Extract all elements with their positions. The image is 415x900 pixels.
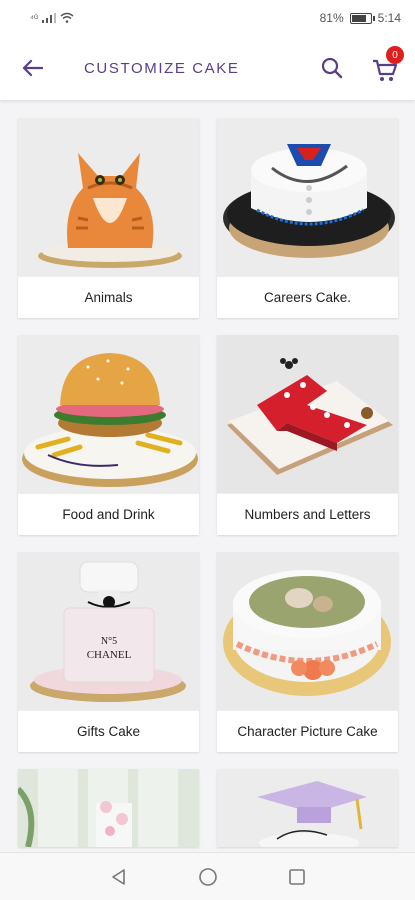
clock: 5:14	[377, 11, 401, 25]
search-icon	[321, 57, 343, 79]
category-card-numbers-and-letters[interactable]: Numbers and Letters	[217, 335, 398, 535]
battery-fill	[351, 14, 367, 22]
category-card-food-and-drink[interactable]: Food and Drink	[18, 335, 199, 535]
signal-bars-icon	[42, 12, 57, 23]
category-label: Character Picture Cake	[217, 710, 398, 752]
number-cake-image	[217, 335, 398, 493]
category-label: Gifts Cake	[18, 710, 199, 752]
category-label: Numbers and Letters	[217, 493, 398, 535]
cart-count-badge: 0	[386, 46, 404, 64]
category-label: Animals	[18, 276, 199, 318]
status-right: 81% 5:14	[320, 11, 401, 25]
category-card-animals[interactable]: Animals	[18, 118, 199, 318]
search-button[interactable]	[318, 54, 346, 82]
picture-cake-image	[217, 552, 398, 710]
home-circle-icon[interactable]	[198, 867, 218, 887]
category-card-gifts[interactable]: N°5 CHANEL Gifts Cake	[18, 552, 199, 752]
graduation-cake-image	[217, 769, 398, 847]
category-card-graduation[interactable]	[217, 769, 398, 847]
app-bar: CUSTOMIZE CAKE 0	[0, 36, 415, 100]
cat-cake-image	[18, 118, 199, 276]
status-bar: ⁴ᴳ 81% 5:14	[0, 0, 415, 36]
recents-square-icon[interactable]	[288, 868, 306, 886]
battery-icon	[349, 12, 375, 24]
arrow-left-icon	[22, 59, 43, 77]
status-left: ⁴ᴳ	[30, 12, 74, 23]
back-button[interactable]	[18, 54, 46, 82]
category-card-careers[interactable]: Careers Cake.	[217, 118, 398, 318]
battery-percent: 81%	[319, 11, 344, 25]
category-grid: Animals Careers Cake. Food and Drink Num…	[18, 118, 398, 847]
back-triangle-icon[interactable]	[110, 868, 128, 886]
perfume-cake-image: N°5 CHANEL	[18, 552, 199, 710]
burger-cake-image	[18, 335, 199, 493]
wifi-icon	[60, 12, 74, 23]
category-label: Careers Cake.	[217, 276, 398, 318]
doctor-cake-image	[217, 118, 398, 276]
category-label: Food and Drink	[18, 493, 199, 535]
signal-icon: ⁴ᴳ	[30, 12, 39, 23]
svg-text:CHANEL: CHANEL	[87, 649, 132, 661]
page-title: CUSTOMIZE CAKE	[84, 60, 240, 77]
cart-button[interactable]: 0	[370, 46, 404, 84]
category-card-character-picture[interactable]: Character Picture Cake	[217, 552, 398, 752]
category-card-floral[interactable]	[18, 769, 199, 847]
system-nav-bar	[0, 852, 415, 900]
floral-cake-image	[18, 769, 199, 847]
svg-text:N°5: N°5	[101, 636, 117, 647]
